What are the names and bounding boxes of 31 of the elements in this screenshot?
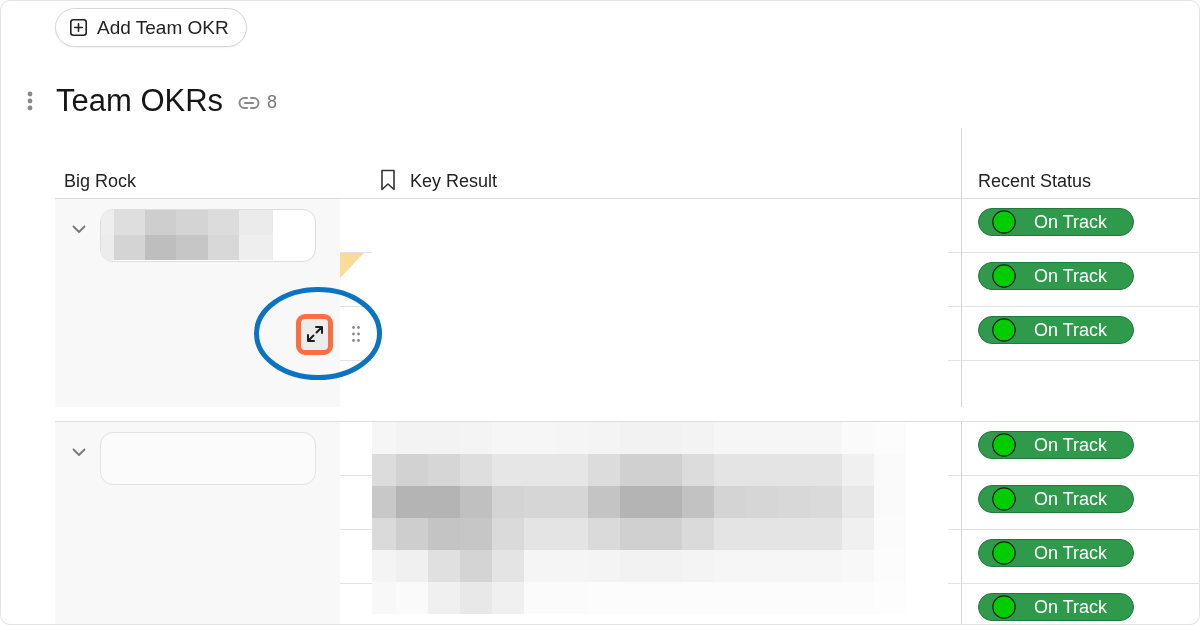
- status-dot-icon: [992, 318, 1016, 342]
- status-dot-icon: [992, 433, 1016, 457]
- section-title: Team OKRs: [56, 82, 224, 120]
- status-dot-icon: [992, 210, 1016, 234]
- expand-button[interactable]: [296, 313, 333, 355]
- status-dot-icon: [992, 541, 1016, 565]
- big-rock-field[interactable]: [100, 432, 316, 485]
- drag-handle-icon[interactable]: [352, 325, 360, 342]
- status-label: On Track: [1034, 596, 1108, 618]
- link-icon: [238, 95, 261, 110]
- chevron-down-icon[interactable]: [72, 448, 86, 457]
- column-header: Recent Status: [978, 171, 1092, 192]
- link-count: 8: [267, 92, 278, 113]
- status-label: On Track: [1034, 488, 1108, 510]
- status-label: On Track: [1034, 319, 1108, 341]
- expand-icon: [304, 324, 325, 344]
- status-label: On Track: [1034, 542, 1108, 564]
- status-label: On Track: [1034, 211, 1108, 233]
- plus-square-icon: [70, 19, 87, 36]
- status-label: On Track: [1034, 265, 1108, 287]
- big-rock-field[interactable]: [100, 209, 316, 262]
- column-header: Key Result: [410, 171, 498, 192]
- status-dot-icon: [992, 487, 1016, 511]
- status-dot-icon: [992, 595, 1016, 619]
- column-header: Big Rock: [64, 171, 137, 192]
- chevron-down-icon[interactable]: [72, 225, 86, 234]
- vertical-dots-icon[interactable]: [27, 91, 33, 111]
- add-team-okr-button[interactable]: Add Team OKR: [55, 8, 247, 47]
- status-label: On Track: [1034, 434, 1108, 456]
- bookmark-icon: [380, 169, 396, 191]
- status-dot-icon: [992, 264, 1016, 288]
